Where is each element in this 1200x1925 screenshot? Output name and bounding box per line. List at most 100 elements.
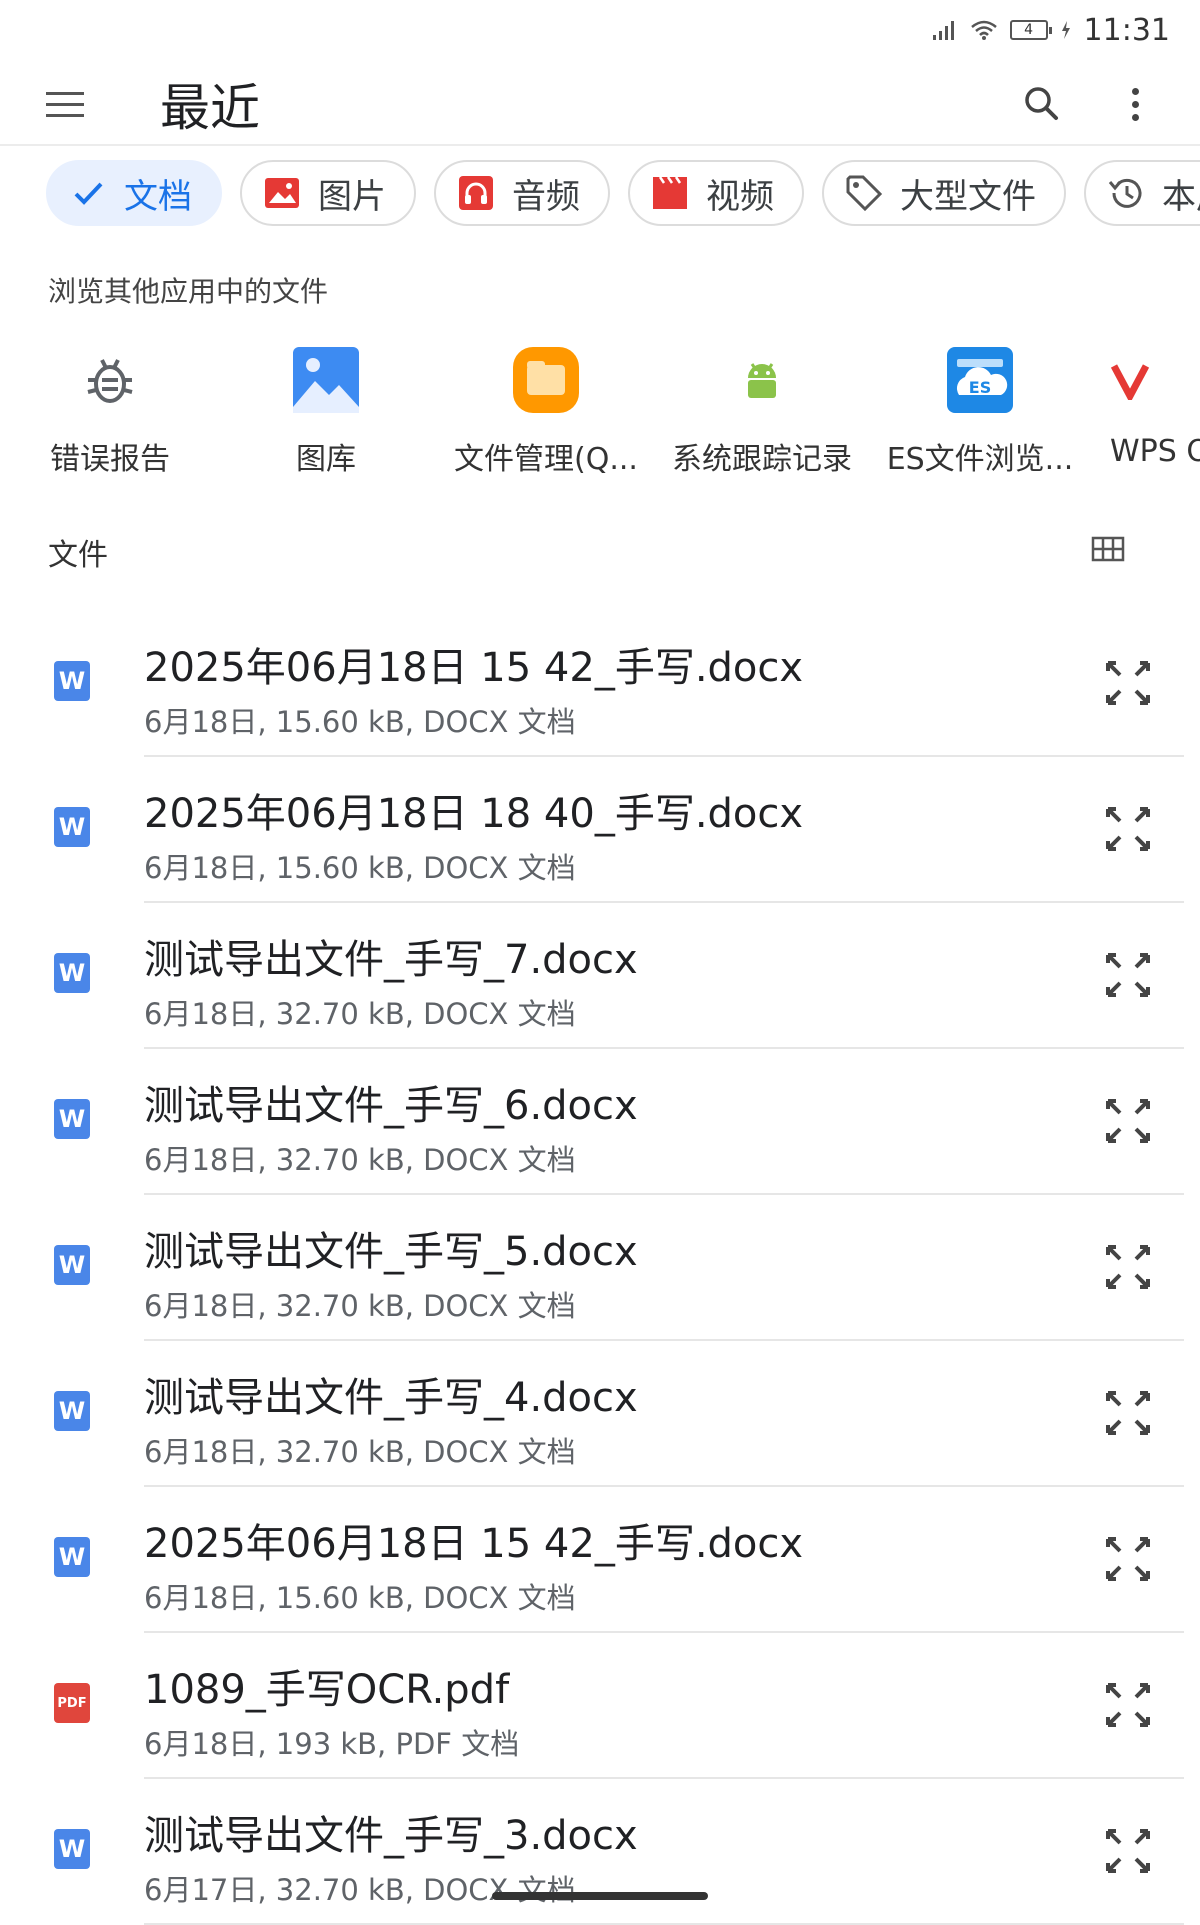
app-es-explorer[interactable]: ES ES文件浏览... — [870, 340, 1090, 490]
search-icon — [1025, 87, 1058, 120]
file-meta: 6月18日, 32.70 kB, DOCX 文档 — [144, 1289, 576, 1323]
search-button[interactable] — [1014, 76, 1070, 132]
browse-apps-caption: 浏览其他应用中的文件 — [48, 275, 329, 308]
expand-icon — [1106, 1537, 1150, 1581]
file-name: 2025年06月18日 15 42_手写.docx — [144, 1521, 804, 1567]
word-file-icon: W — [54, 1829, 90, 1869]
file-name: 测试导出文件_手写_5.docx — [144, 1229, 638, 1275]
app-label: 文件管理(Q... — [454, 442, 638, 477]
app-label: 图库 — [296, 442, 356, 477]
expand-icon — [1106, 1829, 1150, 1873]
file-meta: 6月18日, 15.60 kB, DOCX 文档 — [144, 851, 576, 885]
status-icons: 4 11:31 — [932, 10, 1170, 50]
file-name: 测试导出文件_手写_3.docx — [144, 1813, 638, 1859]
history-icon — [1106, 173, 1146, 213]
word-file-icon: W — [54, 953, 90, 993]
preview-expand-button[interactable] — [1102, 1387, 1154, 1439]
image-icon — [262, 173, 302, 213]
chip-documents[interactable]: 文档 — [46, 160, 222, 226]
chip-videos[interactable]: 视频 — [628, 160, 804, 226]
app-shortcuts: 错误报告 图库 文件管理(Q... 系统跟踪记录 ES ES文件浏览... WP… — [0, 340, 1200, 490]
charging-icon — [1061, 21, 1070, 39]
app-wps-office[interactable]: WPS Office — [1110, 340, 1200, 490]
file-meta: 6月18日, 193 kB, PDF 文档 — [144, 1727, 520, 1761]
gallery-icon — [286, 340, 366, 420]
file-meta: 6月18日, 15.60 kB, DOCX 文档 — [144, 705, 576, 739]
chip-large-files[interactable]: 大型文件 — [822, 160, 1066, 226]
menu-button[interactable] — [46, 82, 96, 126]
file-meta: 6月18日, 32.70 kB, DOCX 文档 — [144, 997, 576, 1031]
app-gallery[interactable]: 图库 — [216, 340, 436, 490]
wifi-icon — [970, 20, 997, 40]
chip-label: 大型文件 — [900, 176, 1036, 217]
file-row[interactable]: W 2025年06月18日 15 42_手写.docx 6月18日, 15.60 k… — [0, 1487, 1200, 1633]
file-row[interactable]: W 测试导出文件_手写_6.docx 6月18日, 32.70 kB, DOCX 文… — [0, 1049, 1200, 1195]
battery-icon: 4 — [1009, 20, 1052, 40]
file-row[interactable]: W 测试导出文件_手写_5.docx 6月18日, 32.70 kB, DOCX 文… — [0, 1195, 1200, 1341]
word-file-icon: W — [54, 1099, 90, 1139]
preview-expand-button[interactable] — [1102, 1533, 1154, 1585]
tag-icon — [844, 173, 884, 213]
grid-view-icon — [1091, 536, 1125, 562]
page-title: 最近 — [160, 79, 260, 137]
preview-expand-button[interactable] — [1102, 1825, 1154, 1877]
app-label: 错误报告 — [50, 442, 170, 477]
file-meta: 6月18日, 32.70 kB, DOCX 文档 — [144, 1435, 576, 1469]
file-name: 测试导出文件_手写_7.docx — [144, 937, 638, 983]
expand-icon — [1106, 1099, 1150, 1143]
file-meta: 6月18日, 15.60 kB, DOCX 文档 — [144, 1581, 576, 1615]
app-label: ES文件浏览... — [886, 442, 1074, 477]
chip-label: 文档 — [124, 176, 192, 217]
chip-label: 视频 — [706, 176, 774, 217]
file-row[interactable]: W 测试导出文件_手写_4.docx 6月18日, 32.70 kB, DOCX 文… — [0, 1341, 1200, 1487]
expand-icon — [1106, 1683, 1150, 1727]
file-manager-icon — [506, 340, 586, 420]
chip-label: 本周 — [1162, 176, 1200, 217]
expand-icon — [1106, 953, 1150, 997]
grid-view-button[interactable] — [1088, 530, 1128, 570]
file-name: 1089_手写OCR.pdf — [144, 1667, 510, 1713]
wps-icon — [1110, 340, 1200, 420]
app-label: WPS Office — [1110, 434, 1200, 469]
chip-images[interactable]: 图片 — [240, 160, 416, 226]
preview-expand-button[interactable] — [1102, 1095, 1154, 1147]
preview-expand-button[interactable] — [1102, 949, 1154, 1001]
app-bar: 最近 — [0, 60, 1200, 146]
preview-expand-button[interactable] — [1102, 803, 1154, 855]
menu-icon — [46, 91, 84, 95]
clapperboard-icon — [650, 173, 690, 213]
app-system-tracing[interactable]: 系统跟踪记录 — [652, 340, 872, 490]
preview-expand-button[interactable] — [1102, 1241, 1154, 1293]
file-name: 测试导出文件_手写_4.docx — [144, 1375, 638, 1421]
file-name: 2025年06月18日 18 40_手写.docx — [144, 791, 804, 837]
status-time: 11:31 — [1083, 12, 1170, 48]
file-row[interactable]: W 测试导出文件_手写_3.docx 6月17日, 32.70 kB, DOCX 文… — [0, 1779, 1200, 1925]
bug-icon — [70, 340, 150, 420]
expand-icon — [1106, 661, 1150, 705]
preview-expand-button[interactable] — [1102, 1679, 1154, 1731]
file-row[interactable]: PDF 1089_手写OCR.pdf 6月18日, 193 kB, PDF 文档 — [0, 1633, 1200, 1779]
chip-audio[interactable]: 音频 — [434, 160, 610, 226]
es-explorer-icon: ES — [940, 340, 1020, 420]
expand-icon — [1106, 1391, 1150, 1435]
preview-expand-button[interactable] — [1102, 657, 1154, 709]
file-meta: 6月17日, 32.70 kB, DOCX 文档 — [144, 1873, 576, 1907]
home-indicator[interactable] — [492, 1892, 708, 1900]
android-icon — [722, 340, 802, 420]
more-options-button[interactable] — [1120, 76, 1150, 132]
file-meta: 6月18日, 32.70 kB, DOCX 文档 — [144, 1143, 576, 1177]
expand-icon — [1106, 807, 1150, 851]
word-file-icon: W — [54, 807, 90, 847]
file-name: 测试导出文件_手写_6.docx — [144, 1083, 638, 1129]
file-name: 2025年06月18日 15 42_手写.docx — [144, 645, 804, 691]
expand-icon — [1106, 1245, 1150, 1289]
app-bug-report[interactable]: 错误报告 — [0, 340, 220, 490]
file-row[interactable]: W 2025年06月18日 15 42_手写.docx 6月18日, 15.60 k… — [0, 611, 1200, 757]
app-file-manager[interactable]: 文件管理(Q... — [436, 340, 656, 490]
app-label: 系统跟踪记录 — [672, 442, 852, 477]
check-icon — [68, 173, 108, 213]
headphones-icon — [456, 173, 496, 213]
file-row[interactable]: W 2025年06月18日 18 40_手写.docx 6月18日, 15.60 k… — [0, 757, 1200, 903]
chip-this-week[interactable]: 本周 — [1084, 160, 1200, 226]
file-row[interactable]: W 测试导出文件_手写_7.docx 6月18日, 32.70 kB, DOCX 文… — [0, 903, 1200, 1049]
